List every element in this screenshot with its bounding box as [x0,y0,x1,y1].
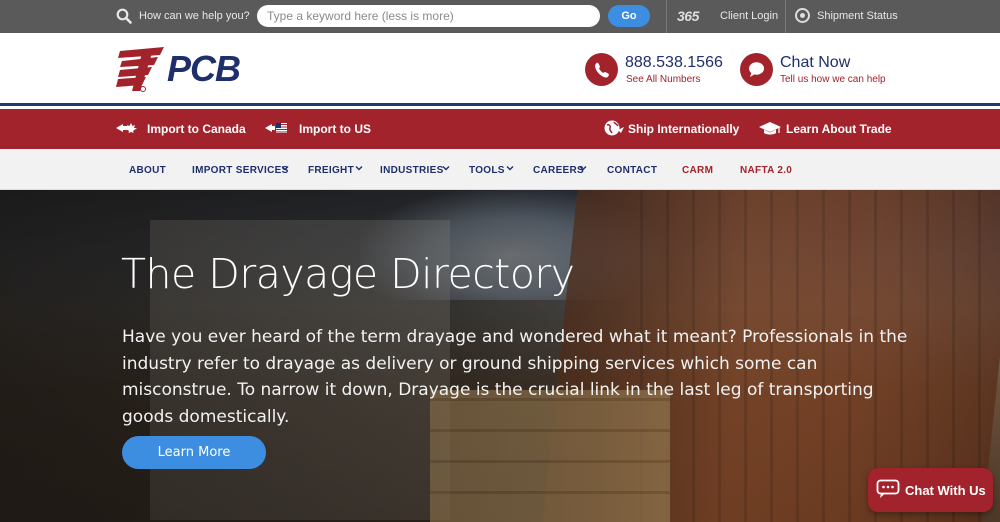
hero-description: Have you ever heard of the term drayage … [122,327,908,427]
learn-more-button[interactable]: Learn More [122,436,266,469]
divider [666,0,667,33]
main-navigation: ABOUT IMPORT SERVICES FREIGHT INDUSTRIES… [0,149,1000,190]
import-bar: Import to Canada Import to US Ship Inter… [0,109,1000,149]
chevron-down-icon[interactable] [355,164,363,172]
help-label: How can we help you? [139,10,250,22]
nav-nafta[interactable]: NAFTA 2.0 [740,165,792,176]
phone-icon[interactable] [585,53,618,86]
chat-icon [876,479,900,498]
chat-now-link[interactable]: Chat Now [780,54,850,72]
nav-import-services[interactable]: IMPORT SERVICES [192,165,289,176]
chevron-down-icon[interactable] [506,164,514,172]
pcb-logo[interactable]: PCB [112,45,262,95]
nav-tools[interactable]: TOOLS [469,165,505,176]
canada-truck-icon [116,123,137,133]
nav-freight[interactable]: FREIGHT [308,165,354,176]
phone-number-link[interactable]: 888.538.1566 [625,54,723,72]
search-input[interactable] [257,5,600,27]
divider [785,0,786,33]
us-flag-icon [265,123,287,133]
chat-with-us-button[interactable]: Chat With Us [868,468,993,512]
shipment-status-link[interactable]: Shipment Status [817,10,898,22]
chevron-down-icon[interactable] [442,164,450,172]
see-all-numbers-link[interactable]: See All Numbers [626,74,700,85]
ship-internationally-link[interactable]: Ship Internationally [628,122,739,136]
nav-about[interactable]: ABOUT [129,165,166,176]
logo-text: PCB [167,48,241,89]
chevron-down-icon[interactable] [281,164,289,172]
site-header: PCB 888.538.1566 See All Numbers Chat No… [0,33,1000,106]
learn-about-trade-link[interactable]: Learn About Trade [786,122,892,136]
client-login-link[interactable]: Client Login [720,10,778,22]
utility-bar: How can we help you? Go 365 Client Login… [0,0,1000,33]
chat-widget-label: Chat With Us [905,483,986,498]
nav-industries[interactable]: INDUSTRIES [380,165,444,176]
chat-now-subtitle: Tell us how we can help [780,74,886,85]
import-to-canada-link[interactable]: Import to Canada [147,122,246,136]
hero-title: The Drayage Directory [121,250,575,298]
chevron-down-icon[interactable] [579,164,587,172]
go-button[interactable]: Go [608,5,650,27]
shipment-status-icon[interactable] [795,8,810,23]
import-to-us-link[interactable]: Import to US [299,122,371,136]
nav-contact[interactable]: CONTACT [607,165,657,176]
logo-stripes-icon [116,47,164,92]
search-icon[interactable] [116,8,132,24]
nav-careers[interactable]: CAREERS [533,165,584,176]
hero-banner: The Drayage Directory Have you ever hear… [0,190,1000,522]
brand-365-logo[interactable]: 365 [677,8,699,24]
nav-carm[interactable]: CARM [682,165,713,176]
globe-icon [604,120,624,136]
graduation-cap-icon [759,122,781,135]
chat-bubble-icon[interactable] [740,53,773,86]
